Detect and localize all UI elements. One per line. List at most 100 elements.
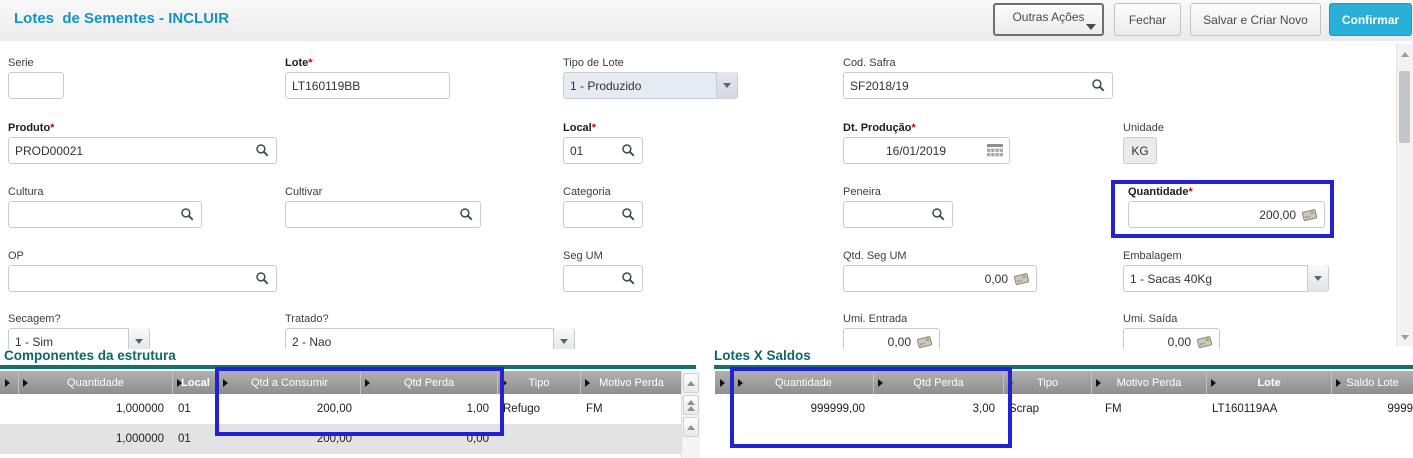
column-header-tipo[interactable]: Tipo [497, 371, 580, 394]
unidade-label: Unidade [1123, 122, 1157, 134]
componentes-grid-scrollbar[interactable] [681, 371, 700, 458]
embalagem-label: Embalagem [1123, 250, 1329, 262]
highlight-box-quantidade [1111, 180, 1334, 238]
column-arrow-icon [585, 379, 590, 387]
row-marker-icon [5, 379, 10, 387]
column-header-local[interactable]: Local [172, 371, 218, 394]
field-qtd-seg-um: Qtd. Seg UM 0,00 [843, 250, 1037, 292]
form-area: Serie Lote* LT160119BB Tipo de Lote 1 - … [0, 41, 1413, 349]
op-input[interactable] [8, 265, 277, 292]
required-asterisk: * [50, 122, 54, 134]
column-header-quantidade[interactable]: Quantidade [18, 371, 172, 394]
lote-input[interactable]: LT160119BB [285, 72, 450, 99]
search-icon[interactable] [931, 207, 946, 222]
search-icon[interactable] [621, 143, 636, 158]
column-header-motivo-perda[interactable]: Motivo Perda [1091, 371, 1206, 394]
chevron-down-icon[interactable] [553, 328, 574, 349]
fechar-button[interactable]: Fechar [1114, 3, 1181, 36]
cultura-input[interactable] [8, 201, 202, 228]
search-icon[interactable] [1091, 78, 1106, 93]
tratado-label: Tratado? [285, 313, 575, 325]
lotes-saldos-section-title: Lotes X Saldos [714, 348, 811, 363]
field-produto: Produto* PROD00021 [8, 122, 277, 164]
field-peneira: Peneira [843, 186, 953, 228]
column-arrow-icon [23, 379, 28, 387]
lote-label: Lote [285, 57, 308, 69]
search-icon[interactable] [621, 207, 636, 222]
dt-producao-label: Dt. Produção [843, 122, 911, 134]
seg-um-input[interactable] [563, 265, 643, 292]
serie-label: Serie [8, 57, 64, 69]
produto-label: Produto [8, 122, 50, 134]
search-icon[interactable] [459, 207, 474, 222]
field-local: Local* 01 [563, 122, 643, 164]
dt-producao-input[interactable]: 16/01/2019 [843, 137, 1010, 164]
field-serie: Serie [8, 57, 64, 99]
serie-input[interactable] [8, 72, 64, 99]
chevron-down-icon[interactable] [716, 72, 737, 99]
calendar-icon[interactable] [987, 144, 1003, 158]
search-icon[interactable] [621, 271, 636, 286]
form-scrollbar[interactable] [1396, 44, 1413, 346]
field-dt-producao: Dt. Produção* 16/01/2019 [843, 122, 1010, 164]
column-header-tipo[interactable]: Tipo [1003, 371, 1091, 394]
calculator-icon[interactable] [1013, 272, 1030, 286]
cultivar-label: Cultivar [285, 186, 481, 198]
produto-input[interactable]: PROD00021 [8, 137, 277, 164]
salvar-criar-novo-button[interactable]: Salvar e Criar Novo [1190, 3, 1321, 36]
highlight-box-qtd-consumir-perda [215, 367, 504, 436]
local-input[interactable]: 01 [563, 137, 643, 164]
peneira-input[interactable] [843, 201, 953, 228]
grid-corner-cell[interactable] [0, 371, 18, 394]
scrollbar-thumb[interactable] [1399, 71, 1410, 143]
highlight-box-quantidade-qtd-perda [730, 367, 1012, 448]
column-arrow-icon [1096, 379, 1101, 387]
field-umi-saida: Umi. Saída 0,00 [1123, 313, 1220, 349]
secagem-select[interactable]: 1 - Sim [8, 328, 150, 349]
outras-acoes-button[interactable]: Outras Ações [993, 3, 1104, 36]
column-header-saldo-lote[interactable]: Saldo Lote [1331, 371, 1413, 394]
umi-saida-label: Umi. Saída [1123, 313, 1220, 325]
confirmar-button[interactable]: Confirmar [1329, 3, 1412, 36]
field-umi-entrada: Umi. Entrada 0,00 [843, 313, 940, 349]
column-header-lote[interactable]: Lote [1206, 371, 1331, 394]
calculator-icon[interactable] [1196, 335, 1213, 349]
cod-safra-input[interactable]: SF2018/19 [843, 72, 1113, 99]
umi-entrada-label: Umi. Entrada [843, 313, 940, 325]
unidade-input: KG [1123, 137, 1157, 164]
scroll-down-icon[interactable] [1401, 335, 1409, 340]
field-lote: Lote* LT160119BB [285, 57, 450, 99]
field-op: OP [8, 250, 277, 292]
field-secagem: Secagem? 1 - Sim [8, 313, 150, 349]
tipo-de-lote-select[interactable]: 1 - Produzido [563, 72, 738, 99]
cod-safra-label: Cod. Safra [843, 57, 1113, 69]
scroll-up-icon[interactable] [683, 417, 699, 437]
chevron-down-icon[interactable] [128, 328, 149, 349]
scroll-up-icon[interactable] [1401, 52, 1409, 57]
seg-um-label: Seg UM [563, 250, 643, 262]
search-icon[interactable] [180, 207, 195, 222]
cultivar-input[interactable] [285, 201, 481, 228]
secagem-label: Secagem? [8, 313, 150, 325]
local-label: Local [563, 122, 592, 134]
page-title: Lotes de Sementes - INCLUIR [14, 10, 229, 27]
search-icon[interactable] [255, 143, 270, 158]
scroll-up-icon[interactable] [683, 373, 699, 393]
field-seg-um: Seg UM [563, 250, 643, 292]
calculator-icon[interactable] [916, 335, 933, 349]
qtd-seg-um-input[interactable]: 0,00 [843, 265, 1037, 292]
search-icon[interactable] [255, 271, 270, 286]
embalagem-select[interactable]: 1 - Sacas 40Kg [1123, 265, 1329, 292]
umi-entrada-input[interactable]: 0,00 [843, 328, 940, 349]
column-arrow-icon [177, 379, 182, 387]
field-cultivar: Cultivar [285, 186, 481, 228]
scroll-page-up-icon[interactable] [683, 395, 699, 415]
tratado-select[interactable]: 2 - Nao [285, 328, 575, 349]
umi-saida-input[interactable]: 0,00 [1123, 328, 1220, 349]
chevron-down-icon[interactable] [1307, 265, 1328, 292]
lotes-sementes-window: Lotes de Sementes - INCLUIR Outras Ações… [0, 0, 1413, 458]
column-header-motivo-perda[interactable]: Motivo Perda [580, 371, 682, 394]
field-categoria: Categoria [563, 186, 643, 228]
cultura-label: Cultura [8, 186, 202, 198]
categoria-input[interactable] [563, 201, 643, 228]
